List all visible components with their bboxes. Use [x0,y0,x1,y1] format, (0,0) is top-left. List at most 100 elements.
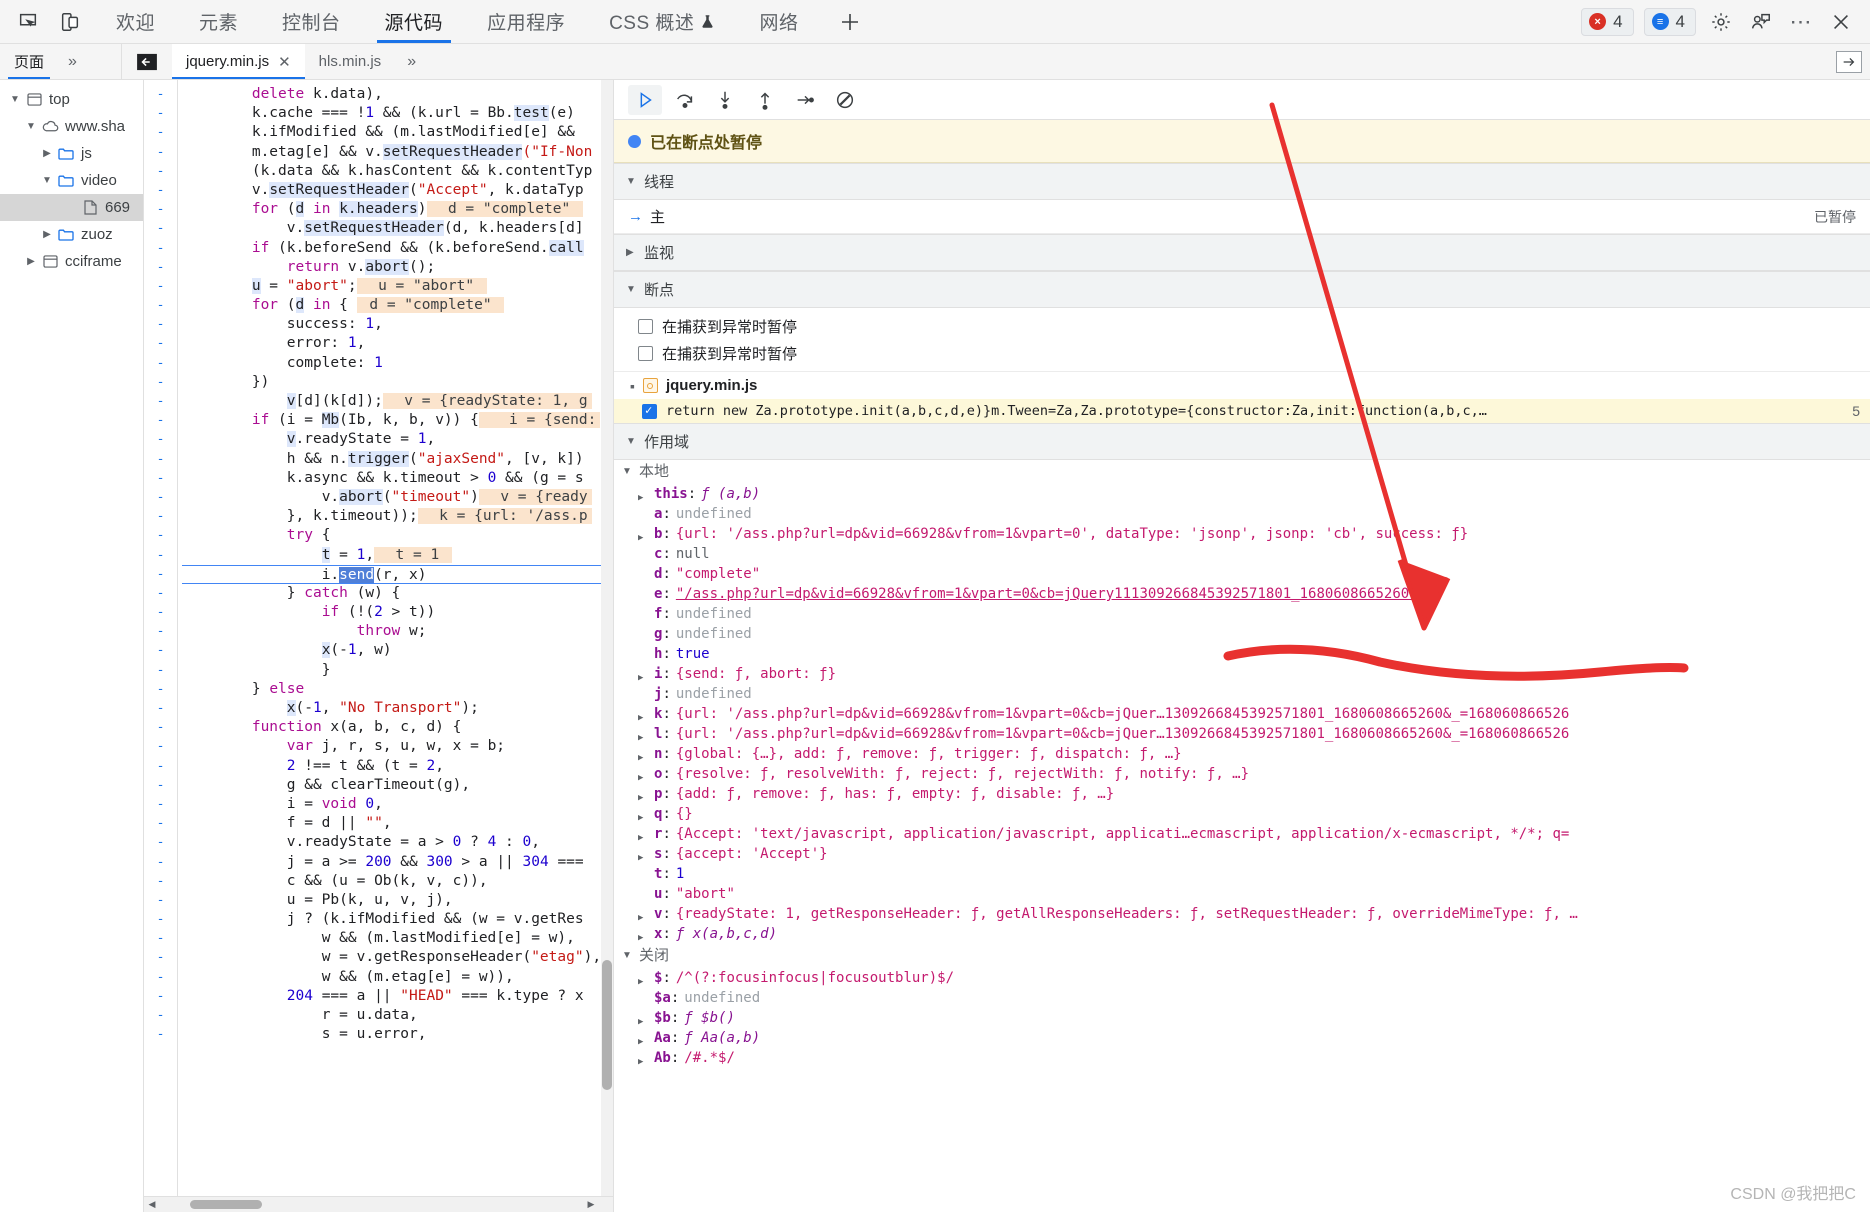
variable-value[interactable]: {global: {…}, add: ƒ, remove: ƒ, trigger… [671,744,1182,764]
line-number[interactable]: - [144,718,177,737]
code-line[interactable]: k.cache === !1 && (k.url = Bb.test(e) [182,104,613,123]
step-out-button[interactable] [748,85,782,115]
chevron-down-icon[interactable]: ▼ [22,121,40,132]
tab-application[interactable]: 应用程序 [465,0,587,43]
code-line[interactable]: var j, r, s, u, w, x = b; [182,737,613,756]
line-number-gutter[interactable]: ----------------------------------------… [144,80,178,1196]
line-number[interactable]: - [144,526,177,545]
code-line[interactable]: j ? (k.ifModified && (w = v.getRes [182,910,613,929]
code-line[interactable]: k.async && k.timeout > 0 && (g = s [182,469,613,488]
code-line[interactable]: 2 !== t && (t = 2, [182,757,613,776]
tab-sources[interactable]: 源代码 [363,0,466,43]
code-line[interactable]: u = "abort"; u = "abort" [182,277,613,296]
variable-value[interactable]: {url: '/ass.php?url=dp&vid=66928&vfrom=1… [671,524,1468,544]
variable-value[interactable]: "complete" [671,564,760,584]
code-line[interactable]: try { [182,526,613,545]
scope-group-header[interactable]: ▼ 关闭 [614,944,1870,968]
chevron-down-icon[interactable]: ▼ [38,175,56,186]
code-line[interactable]: (k.data && k.hasContent && k.contentTyp [182,162,613,181]
chevron-right-icon[interactable]: ▶ [638,704,654,724]
code-line[interactable]: j = a >= 200 && 300 > a || 304 === [182,853,613,872]
scope-variable-row[interactable]: g: undefined [614,624,1870,644]
chevron-right-icon[interactable]: ▶ [638,924,654,944]
tree-node-zuoz[interactable]: ▶ zuoz [0,221,143,248]
chevron-right-icon[interactable]: ▶ [638,1048,654,1068]
scope-variable-row[interactable]: ▶ k: {url: '/ass.php?url=dp&vid=66928&vfr… [614,704,1870,724]
line-number[interactable]: - [144,699,177,718]
variable-value[interactable]: {url: '/ass.php?url=dp&vid=66928&vfrom=1… [671,704,1569,724]
variable-value[interactable]: null [671,544,710,564]
scope-variable-row[interactable]: $a: undefined [614,988,1870,1008]
variable-value[interactable]: /#.*$/ [679,1048,735,1068]
code-line[interactable]: v[d](k[d]); v = {readyState: 1, g [182,392,613,411]
threads-section-header[interactable]: ▼ 线程 [614,163,1870,200]
code-line[interactable]: f = d || "", [182,814,613,833]
line-number[interactable]: - [144,354,177,373]
code-line[interactable]: return v.abort(); [182,258,613,277]
scope-variable-row[interactable]: d: "complete" [614,564,1870,584]
source-more-icon[interactable]: » [395,44,428,79]
variable-value[interactable]: {accept: 'Accept'} [671,844,828,864]
scope-variable-row[interactable]: c: null [614,544,1870,564]
line-number[interactable]: - [144,987,177,1006]
scope-variable-row[interactable]: ▶ b: {url: '/ass.php?url=dp&vid=66928&vfr… [614,524,1870,544]
line-number[interactable]: - [144,929,177,948]
code-line[interactable]: for (d in k.headers) d = "complete" [182,200,613,219]
scope-variable-row[interactable]: ▶ Ab: /#.*$/ [614,1048,1870,1068]
code-line[interactable]: x(-1, w) [182,641,613,660]
line-number[interactable]: - [144,661,177,680]
code-line[interactable]: v.abort("timeout") v = {ready [182,488,613,507]
line-number[interactable]: - [144,853,177,872]
line-number[interactable]: - [144,85,177,104]
line-number[interactable]: - [144,334,177,353]
code-line[interactable]: w && (m.lastModified[e] = w), [182,929,613,948]
scope-variable-row[interactable]: t: 1 [614,864,1870,884]
variable-value[interactable]: {url: '/ass.php?url=dp&vid=66928&vfrom=1… [671,724,1569,744]
variable-value[interactable]: 1 [671,864,684,884]
chevron-right-icon[interactable]: ▶ [638,1008,654,1028]
code-line[interactable]: delete k.data), [182,85,613,104]
line-number[interactable]: - [144,1025,177,1044]
variable-value[interactable]: ƒ $b() [679,1008,735,1028]
line-number[interactable]: - [144,910,177,929]
line-number[interactable]: - [144,833,177,852]
chevron-down-icon[interactable]: ▼ [6,94,24,105]
code-line[interactable]: function x(a, b, c, d) { [182,718,613,737]
code-line[interactable]: r = u.data, [182,1006,613,1025]
code-line[interactable]: } catch (w) { [182,584,613,603]
code-content[interactable]: delete k.data), k.cache === !1 && (k.url… [178,80,613,1196]
line-number[interactable]: - [144,565,177,584]
line-number[interactable]: - [144,469,177,488]
chevron-right-icon[interactable]: ▶ [638,524,654,544]
line-number[interactable]: - [144,891,177,910]
scope-variable-row[interactable]: ▶ o: {resolve: ƒ, resolveWith: ƒ, reject:… [614,764,1870,784]
tree-node-domain[interactable]: ▼ www.sha [0,113,143,140]
scope-variable-row[interactable]: ▶ Aa: ƒ Aa(a,b) [614,1028,1870,1048]
line-number[interactable]: - [144,1006,177,1025]
variable-value[interactable]: ƒ x(a,b,c,d) [671,924,777,944]
code-line[interactable]: throw w; [182,622,613,641]
line-number[interactable]: - [144,584,177,603]
variable-value[interactable]: undefined [671,604,752,624]
more-options-icon[interactable]: ⋯ [1786,7,1816,37]
collapse-icon[interactable]: ▪ [630,378,635,394]
breakpoint-file-group[interactable]: ▪ jquery.min.js [614,371,1870,399]
step-over-button[interactable] [668,85,702,115]
chevron-right-icon[interactable]: ▶ [638,484,654,504]
close-icon[interactable] [1826,7,1856,37]
code-line[interactable]: u = Pb(k, u, v, j), [182,891,613,910]
variable-value[interactable]: /^(?:focusinfocus|focusoutblur)$/ [671,968,954,988]
collapse-navigator-icon[interactable] [122,44,172,79]
line-number[interactable]: - [144,488,177,507]
scope-variable-row[interactable]: u: "abort" [614,884,1870,904]
line-number[interactable]: - [144,968,177,987]
chevron-right-icon[interactable]: ▶ [638,824,654,844]
thread-row[interactable]: → 主 已暂停 [614,200,1870,234]
line-number[interactable]: - [144,411,177,430]
code-line[interactable]: w && (m.etag[e] = w)), [182,968,613,987]
code-line[interactable]: for (d in { d = "complete" [182,296,613,315]
variable-value[interactable]: ƒ (a,b) [696,484,760,504]
step-button[interactable] [788,85,822,115]
scope-variable-row[interactable]: ▶ r: {Accept: 'text/javascript, applicati… [614,824,1870,844]
line-number[interactable]: - [144,450,177,469]
